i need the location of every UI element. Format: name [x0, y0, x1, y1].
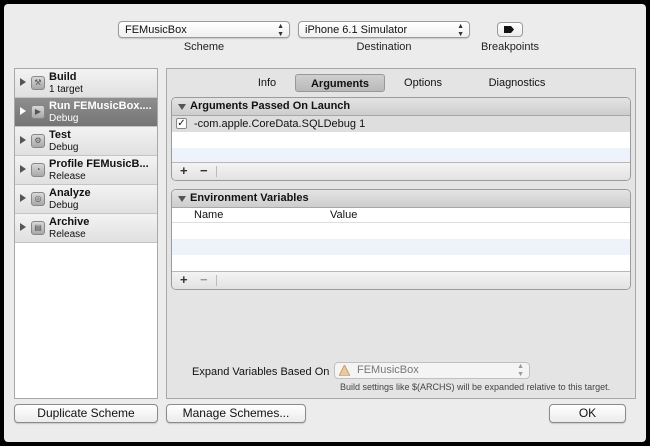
- column-header-name[interactable]: Name: [194, 208, 223, 222]
- scheme-caption: Scheme: [183, 41, 225, 53]
- disclosure-triangle-icon[interactable]: [178, 196, 186, 202]
- column-header-value[interactable]: Value: [330, 208, 357, 222]
- arguments-group: Arguments Passed On Launch ✓ -com.apple.…: [171, 97, 631, 181]
- disclosure-triangle-icon[interactable]: [20, 165, 26, 173]
- tab-diagnostics[interactable]: Diagnostics: [461, 74, 573, 92]
- arguments-group-title: Arguments Passed On Launch: [190, 100, 351, 112]
- play-icon: ▶: [31, 105, 45, 119]
- expand-variables-popup[interactable]: FEMusicBox ▲ ▼: [334, 362, 530, 379]
- hammer-icon: ⚒: [31, 76, 45, 90]
- expand-variables-value: FEMusicBox: [357, 364, 419, 376]
- tab-options[interactable]: Options: [385, 74, 461, 92]
- sidebar-item-title: Test: [49, 129, 71, 141]
- environment-group-title: Environment Variables: [190, 192, 309, 204]
- disclosure-triangle-icon[interactable]: [20, 107, 26, 115]
- remove-argument-button[interactable]: −: [200, 163, 208, 179]
- ok-button[interactable]: OK: [549, 404, 626, 423]
- expand-variables-hint: Build settings like $(ARCHS) will be exp…: [340, 382, 611, 392]
- destination-popup[interactable]: iPhone 6.1 Simulator ▲ ▼: [298, 21, 470, 38]
- sidebar-item-title: Run FEMusicBox....: [49, 100, 152, 112]
- empty-row: [172, 132, 630, 148]
- duplicate-scheme-button[interactable]: Duplicate Scheme: [14, 404, 158, 423]
- empty-row: [172, 223, 630, 239]
- argument-text[interactable]: -com.apple.CoreData.SQLDebug 1: [194, 116, 365, 132]
- sidebar-item-test[interactable]: ⚙ Test Debug: [15, 127, 157, 156]
- sidebar-item-subtitle: Debug: [49, 200, 79, 211]
- arguments-group-header[interactable]: Arguments Passed On Launch: [172, 98, 630, 116]
- popup-arrows-icon: ▲ ▼: [457, 23, 464, 38]
- footer-divider: [216, 275, 217, 286]
- environment-column-headers: Name Value: [172, 208, 630, 223]
- sidebar-item-profile[interactable]: ◔ Profile FEMusicB... Release: [15, 156, 157, 185]
- empty-row: [172, 239, 630, 255]
- sidebar-item-build[interactable]: ⚒ Build 1 target: [15, 69, 157, 98]
- popup-arrows-icon: ▲ ▼: [277, 23, 284, 38]
- arguments-footer: + −: [172, 162, 630, 180]
- popup-arrows-icon: ▲ ▼: [517, 363, 524, 378]
- archive-icon: ▤: [31, 221, 45, 235]
- sidebar-item-title: Archive: [49, 216, 90, 228]
- tab-info[interactable]: Info: [239, 74, 295, 92]
- wrench-icon: ⚙: [31, 134, 45, 148]
- scheme-detail-panel: Info Arguments Options Diagnostics Argum…: [166, 68, 636, 399]
- sidebar-item-archive[interactable]: ▤ Archive Release: [15, 214, 157, 243]
- environment-group: Environment Variables Name Value + −: [171, 189, 631, 290]
- environment-group-header[interactable]: Environment Variables: [172, 190, 630, 208]
- disclosure-triangle-icon[interactable]: [20, 136, 26, 144]
- tab-arguments[interactable]: Arguments: [295, 74, 385, 92]
- sidebar-item-subtitle: 1 target: [49, 84, 83, 95]
- scheme-editor-sheet: FEMusicBox ▲ ▼ Scheme iPhone 6.1 Simulato…: [4, 4, 646, 442]
- disclosure-triangle-icon[interactable]: [20, 223, 26, 231]
- argument-row[interactable]: ✓ -com.apple.CoreData.SQLDebug 1: [172, 116, 630, 132]
- scheme-popup-value: FEMusicBox: [125, 24, 187, 36]
- sidebar-item-subtitle: Debug: [49, 142, 79, 153]
- environment-footer: + −: [172, 271, 630, 289]
- sidebar-item-title: Profile FEMusicB...: [49, 158, 149, 170]
- disclosure-triangle-icon[interactable]: [20, 194, 26, 202]
- sidebar-item-subtitle: Debug: [49, 113, 79, 124]
- sidebar-item-subtitle: Release: [49, 171, 86, 182]
- empty-row: [172, 255, 630, 271]
- remove-variable-button[interactable]: −: [200, 272, 208, 288]
- gauge-icon: ◔: [31, 163, 45, 177]
- argument-checkbox[interactable]: ✓: [176, 118, 187, 129]
- disclosure-triangle-icon[interactable]: [20, 78, 26, 86]
- add-variable-button[interactable]: +: [180, 272, 188, 288]
- sidebar-item-title: Build: [49, 71, 77, 83]
- footer-divider: [216, 166, 217, 177]
- sidebar-item-analyze[interactable]: ◎ Analyze Debug: [15, 185, 157, 214]
- analyze-icon: ◎: [31, 192, 45, 206]
- disclosure-triangle-icon[interactable]: [178, 104, 186, 110]
- breakpoints-button[interactable]: [497, 22, 523, 37]
- expand-variables-label: Expand Variables Based On: [192, 366, 330, 378]
- tab-bar: Info Arguments Options Diagnostics: [239, 74, 573, 92]
- scheme-popup[interactable]: FEMusicBox ▲ ▼: [118, 21, 290, 38]
- destination-popup-value: iPhone 6.1 Simulator: [305, 24, 408, 36]
- breakpoints-caption: Breakpoints: [480, 41, 540, 53]
- breakpoint-icon: [504, 26, 514, 33]
- scheme-actions-sidebar: ⚒ Build 1 target ▶ Run FEMusicBox.... De…: [14, 68, 158, 399]
- manage-schemes-button[interactable]: Manage Schemes...: [166, 404, 306, 423]
- app-target-icon: [339, 365, 350, 376]
- add-argument-button[interactable]: +: [180, 163, 188, 179]
- destination-caption: Destination: [356, 41, 412, 53]
- sidebar-item-run[interactable]: ▶ Run FEMusicBox.... Debug: [15, 98, 157, 127]
- sidebar-item-subtitle: Release: [49, 229, 86, 240]
- sidebar-item-title: Analyze: [49, 187, 91, 199]
